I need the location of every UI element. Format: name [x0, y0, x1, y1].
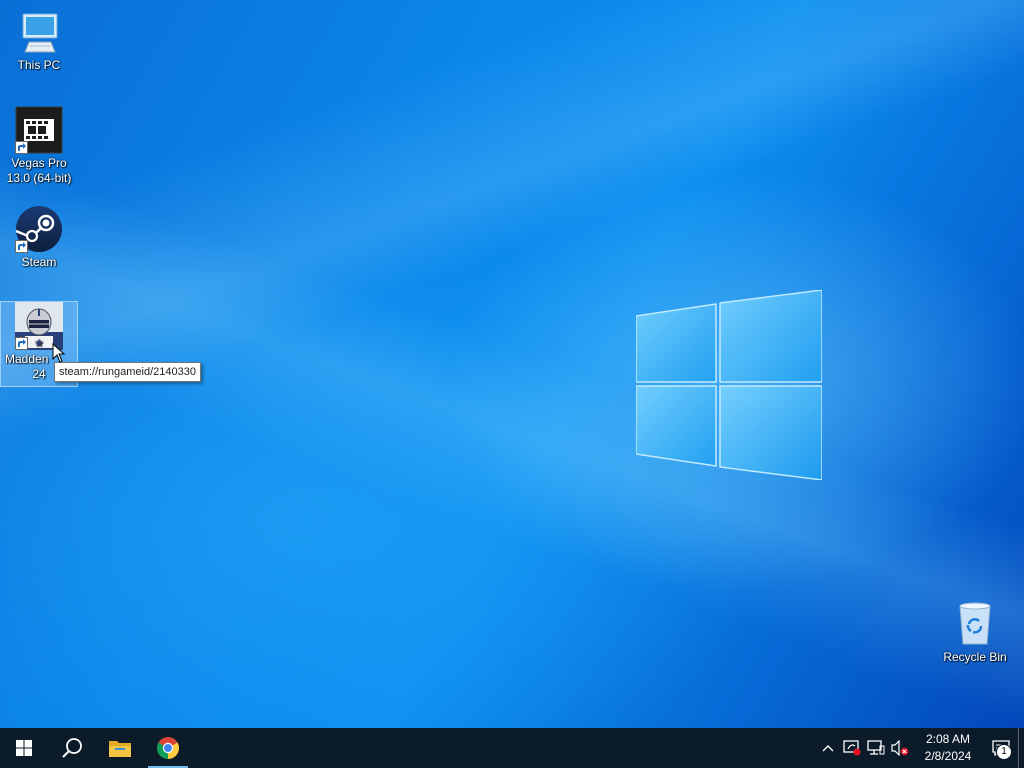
taskbar: 2:08 AM 2/8/2024 1: [0, 728, 1024, 768]
desktop-icon-vegas-pro[interactable]: Vegas Pro 13.0 (64-bit): [1, 106, 77, 186]
start-button[interactable]: [0, 728, 48, 768]
shortcut-arrow-icon: [15, 337, 28, 350]
network-tray-button[interactable]: [864, 728, 888, 768]
icon-label: Recycle Bin: [943, 650, 1007, 664]
desktop-icon-this-pc[interactable]: This PC: [1, 8, 77, 73]
chrome-icon: [157, 737, 179, 759]
shortcut-arrow-icon: [15, 240, 28, 253]
notification-count-badge: 1: [996, 744, 1012, 760]
shortcut-arrow-icon: [15, 141, 28, 154]
taskbar-clock[interactable]: 2:08 AM 2/8/2024: [912, 731, 984, 765]
film-strip-icon: [15, 106, 63, 154]
file-explorer-icon: [109, 741, 131, 757]
security-warning-icon: [843, 740, 861, 756]
volume-tray-button[interactable]: [888, 728, 912, 768]
steam-icon: [15, 205, 63, 253]
show-hidden-icons-button[interactable]: [816, 728, 840, 768]
security-tray-button[interactable]: [840, 728, 864, 768]
clock-time: 2:08 AM: [925, 732, 971, 746]
volume-muted-icon: [891, 740, 909, 756]
chevron-up-icon: [822, 745, 834, 752]
icon-label: Vegas Pro 13.0 (64-bit): [6, 156, 72, 185]
shortcut-tooltip: steam://rungameid/2140330: [54, 362, 201, 382]
desktop-icon-recycle-bin[interactable]: Recycle Bin: [937, 600, 1013, 665]
desktop-icon-steam[interactable]: Steam: [1, 205, 77, 270]
chrome-button[interactable]: [144, 728, 192, 768]
windows-start-icon: [16, 740, 32, 756]
network-icon: [867, 740, 885, 755]
icon-label: Steam: [21, 255, 57, 269]
system-tray: 2:08 AM 2/8/2024 1: [816, 728, 1024, 768]
computer-icon: [15, 8, 63, 56]
action-center-button[interactable]: 1: [984, 728, 1018, 768]
clock-date: 2/8/2024: [924, 749, 972, 763]
recycle-bin-icon: [951, 600, 999, 648]
show-desktop-button[interactable]: [1018, 728, 1024, 768]
svg-text:★: ★: [35, 338, 44, 348]
file-explorer-button[interactable]: [96, 728, 144, 768]
icon-label: This PC: [17, 58, 61, 72]
search-button[interactable]: [48, 728, 96, 768]
mouse-cursor-icon: [52, 343, 66, 363]
search-icon: [62, 738, 82, 758]
wallpaper-windows-logo: [636, 290, 822, 480]
